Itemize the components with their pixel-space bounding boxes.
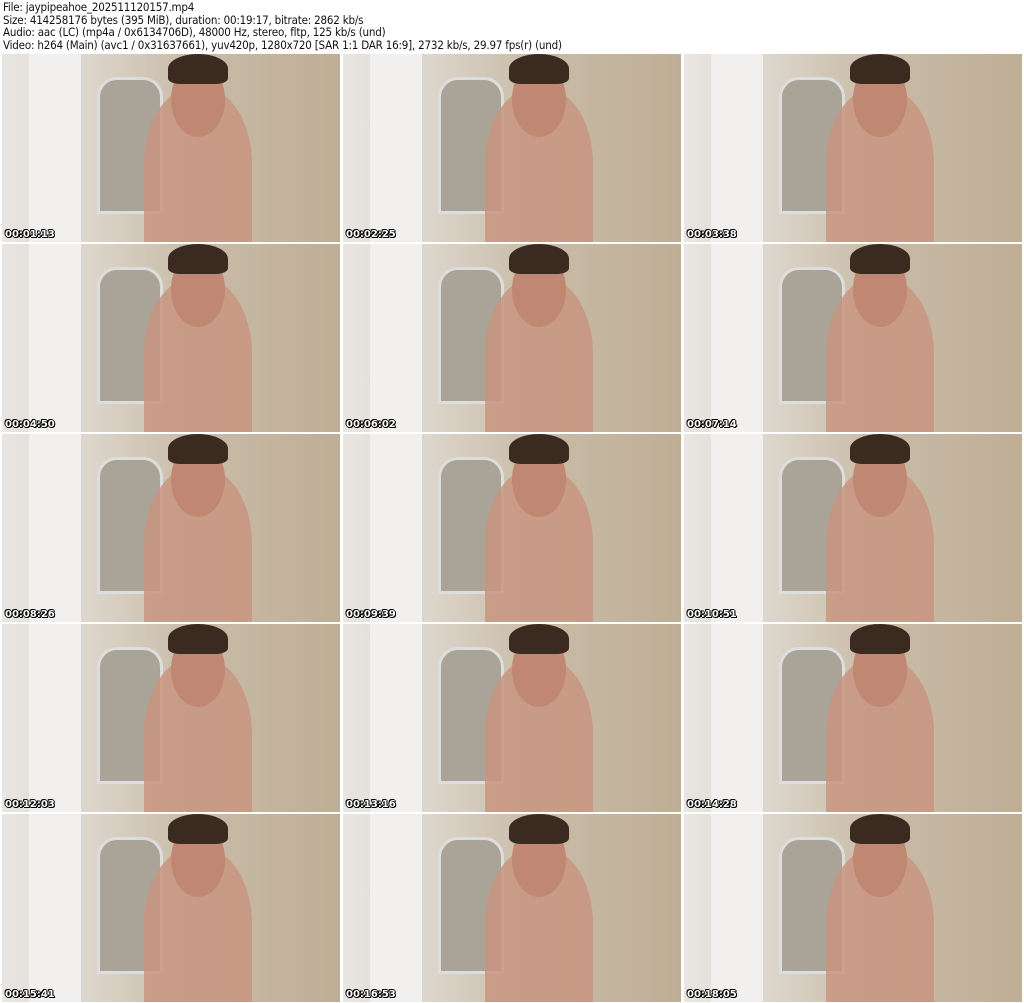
file-name: File: jaypipeahoe_202511120157.mp4 [3,0,195,14]
door-shape [29,54,84,242]
audio-info: Audio: aac (LC) (mp4a / 0x6134706D), 480… [3,25,386,40]
thumbnail-timestamp: 00:07:14 [687,419,737,430]
door-shape [711,814,766,1002]
video-thumbnail: 00:10:51 [684,434,1022,622]
hair-silhouette [849,434,911,465]
door-shape [370,244,425,432]
thumbnail-timestamp: 00:04:50 [5,419,55,430]
video-thumbnail: 00:01:13 [2,54,340,242]
hair-silhouette [849,244,911,275]
door-shape [370,624,425,812]
video-thumbnail: 00:12:03 [2,624,340,812]
video-info: Video: h264 (Main) (avc1 / 0x31637661), … [3,37,562,52]
video-thumbnail: 00:06:02 [343,244,681,432]
thumbnail-timestamp: 00:02:25 [346,229,396,240]
hair-silhouette [849,54,911,85]
hair-silhouette [849,624,911,655]
hair-silhouette [167,244,229,275]
hair-silhouette [508,244,570,275]
hair-silhouette [167,434,229,465]
thumbnail-timestamp: 00:13:16 [346,799,396,810]
thumbnail-timestamp: 00:14:28 [687,799,737,810]
door-shape [29,814,84,1002]
thumbnail-timestamp: 00:03:38 [687,229,737,240]
hair-silhouette [508,54,570,85]
video-thumbnail: 00:13:16 [343,624,681,812]
video-thumbnail: 00:09:39 [343,434,681,622]
video-thumbnail: 00:03:38 [684,54,1022,242]
video-thumbnail: 00:16:53 [343,814,681,1002]
door-shape [29,624,84,812]
door-shape [29,244,84,432]
hair-silhouette [508,814,570,845]
door-shape [711,244,766,432]
hair-silhouette [167,624,229,655]
video-thumbnail: 00:08:26 [2,434,340,622]
thumbnail-timestamp: 00:18:05 [687,989,737,1000]
hair-silhouette [508,434,570,465]
thumbnail-timestamp: 00:10:51 [687,609,737,620]
thumbnail-timestamp: 00:16:53 [346,989,396,1000]
door-shape [711,434,766,622]
thumbnail-timestamp: 00:01:13 [5,229,55,240]
thumbnail-timestamp: 00:15:41 [5,989,55,1000]
video-thumbnail: 00:15:41 [2,814,340,1002]
door-shape [711,624,766,812]
hair-silhouette [167,54,229,85]
video-thumbnail: 00:02:25 [343,54,681,242]
door-shape [29,434,84,622]
thumbnail-grid: 00:01:13 00:02:25 00:03:38 00:04:50 00:06:02… [2,54,1022,1002]
hair-silhouette [508,624,570,655]
video-thumbnail: 00:04:50 [2,244,340,432]
video-thumbnail: 00:07:14 [684,244,1022,432]
video-thumbnail: 00:14:28 [684,624,1022,812]
door-shape [370,434,425,622]
file-info-header: File: jaypipeahoe_202511120157.mp4 Size:… [3,1,562,51]
door-shape [370,814,425,1002]
thumbnail-timestamp: 00:06:02 [346,419,396,430]
thumbnail-timestamp: 00:12:03 [5,799,55,810]
door-shape [711,54,766,242]
video-thumbnail: 00:18:05 [684,814,1022,1002]
hair-silhouette [167,814,229,845]
thumbnail-timestamp: 00:09:39 [346,609,396,620]
hair-silhouette [849,814,911,845]
thumbnail-timestamp: 00:08:26 [5,609,55,620]
door-shape [370,54,425,242]
